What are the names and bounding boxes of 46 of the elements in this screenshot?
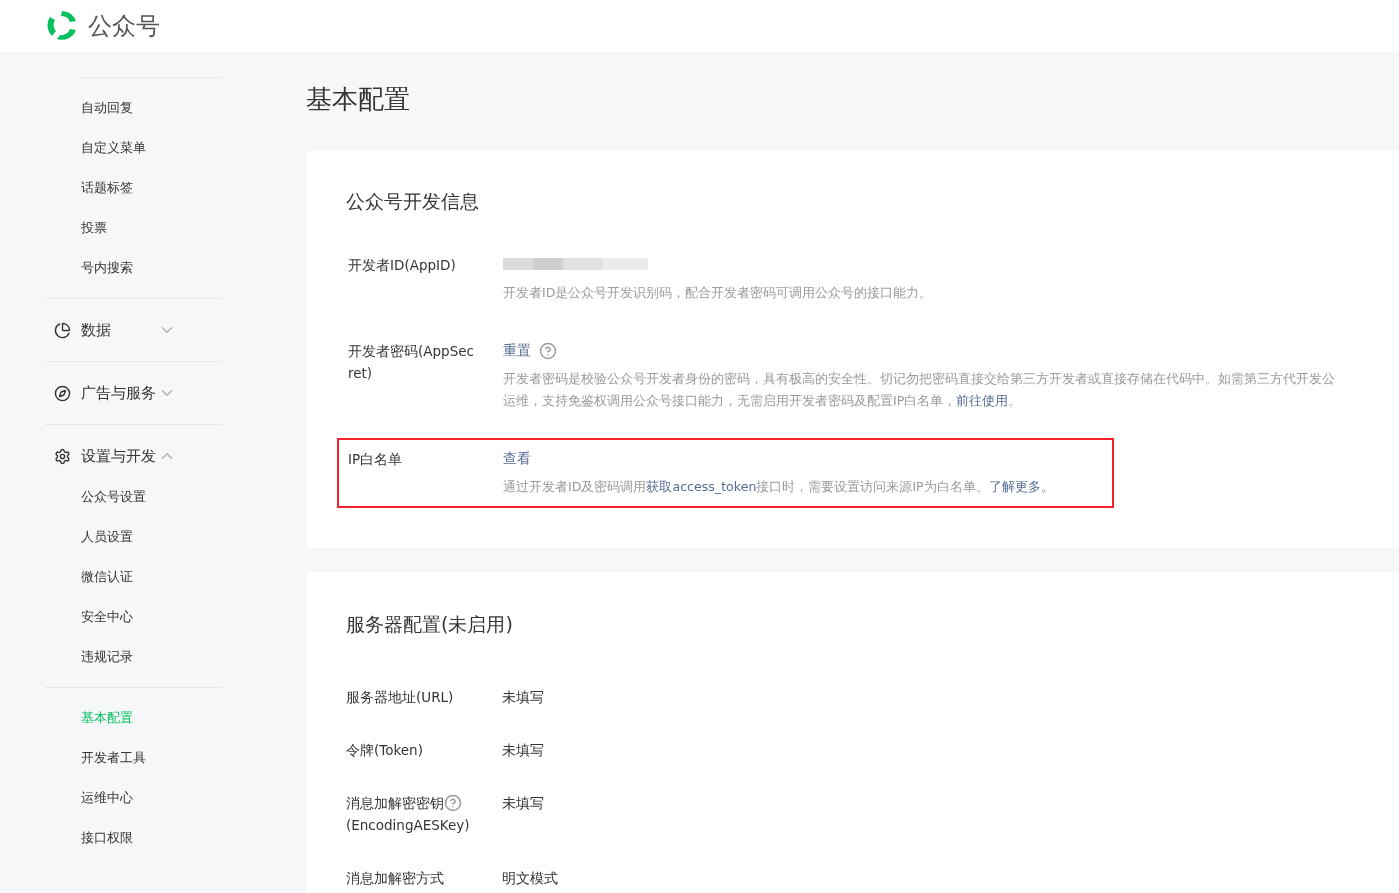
field-value: 明文模式 xyxy=(502,869,558,888)
field-label: IP白名单 xyxy=(348,449,404,469)
brand-name: 公众号 xyxy=(88,11,160,42)
sidebar-item[interactable]: 投票 xyxy=(81,218,107,238)
sidebar-item[interactable]: 微信认证 xyxy=(81,567,133,587)
sidebar-group[interactable]: 数据 xyxy=(0,309,222,351)
group-label: 广告与服务 xyxy=(81,382,157,404)
sidebar-item[interactable]: 话题标签 xyxy=(81,178,133,198)
help-text: 开发者密码是校验公众号开发者身份的密码，具有极高的安全性。切记勿把密码直接交给第三方开发者或直接存储在代码中。如需第三方代开发公 xyxy=(503,369,1335,388)
action-link[interactable]: 查看 xyxy=(503,448,531,469)
sidebar-group[interactable]: 设置与开发 xyxy=(0,435,222,477)
help-text: 运维，支持免鉴权调用公众号接口能力，无需启用开发者密码及配置IP白名单，前往使用。 xyxy=(503,391,1023,410)
sidebar-item[interactable]: 人员设置 xyxy=(81,527,133,547)
field-label: 令牌(Token) xyxy=(346,741,423,760)
sidebar-item[interactable]: 自定义菜单 xyxy=(81,138,146,158)
field-label: (EncodingAESKey) xyxy=(346,816,471,835)
action-link[interactable]: 重置 xyxy=(503,340,531,361)
sidebar-item[interactable]: 号内搜索 xyxy=(81,258,133,278)
card-title: 服务器配置(未启用) xyxy=(346,611,514,637)
sidebar-item[interactable]: 安全中心 xyxy=(81,607,133,627)
field-label: 服务器地址(URL) xyxy=(346,688,454,707)
section-icon xyxy=(54,447,71,465)
field-label: 消息加解密密钥 xyxy=(346,794,444,813)
section-icon xyxy=(54,384,71,402)
field-value: 未填写 xyxy=(502,741,544,760)
sidebar-item[interactable]: 公众号设置 xyxy=(81,487,146,507)
section-icon xyxy=(54,321,71,339)
sidebar-item[interactable]: 接口权限 xyxy=(81,828,133,848)
help-icon[interactable] xyxy=(444,794,462,812)
sidebar-item[interactable]: 运维中心 xyxy=(81,788,133,808)
field-label: 开发者ID(AppID) xyxy=(348,255,457,275)
card-title: 公众号开发信息 xyxy=(346,189,480,214)
page-title: 基本配置 xyxy=(306,83,411,116)
field-value: 未填写 xyxy=(502,794,544,813)
group-label: 设置与开发 xyxy=(81,445,157,467)
group-label: 数据 xyxy=(81,319,112,341)
sidebar-group[interactable]: 广告与服务 xyxy=(0,372,222,414)
field-label: 消息加解密方式 xyxy=(346,869,444,888)
sidebar-item[interactable]: 违规记录 xyxy=(81,647,133,667)
sidebar-item[interactable]: 开发者工具 xyxy=(81,748,146,768)
help-text: 通过开发者ID及密码调用获取access_token接口时，需要设置访问来源IP为白名单。了解更多。 xyxy=(503,477,1054,496)
field-label: 开发者密码(AppSec ret) xyxy=(348,341,475,383)
help-icon[interactable] xyxy=(539,341,557,360)
sidebar-item[interactable]: 自动回复 xyxy=(81,98,133,118)
field-value: 未填写 xyxy=(502,688,544,707)
help-text: 开发者ID是公众号开发识别码，配合开发者密码可调用公众号的接口能力。 xyxy=(503,283,933,302)
